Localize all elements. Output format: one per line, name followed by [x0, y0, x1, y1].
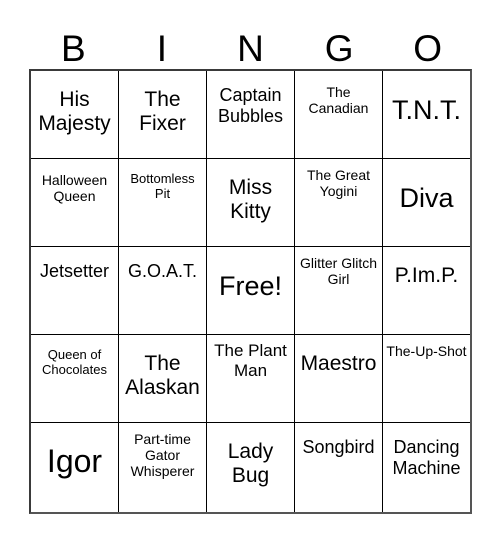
bingo-cell-label: Queen of Chocolates	[41, 347, 108, 378]
bingo-cell-label: The Fixer	[139, 88, 186, 136]
bingo-header-row: B I N G O	[29, 14, 472, 69]
bingo-cell[interactable]: His Majesty	[31, 71, 119, 159]
bingo-cell-label: Glitter Glitch Girl	[299, 255, 377, 288]
bingo-cell-label: Jetsetter	[39, 261, 110, 281]
bingo-cell-label: Igor	[46, 443, 103, 479]
bingo-cell[interactable]: The Great Yogini	[295, 159, 383, 247]
bingo-cell-label: Diva	[399, 183, 454, 213]
bingo-cell[interactable]: Miss Kitty	[207, 159, 295, 247]
bingo-cell[interactable]: The Alaskan	[119, 335, 207, 423]
bingo-cell[interactable]: The-Up-Shot	[383, 335, 470, 423]
bingo-row: His Majesty The Fixer Captain Bubbles Th…	[31, 71, 470, 159]
bingo-cell[interactable]: G.O.A.T.	[119, 247, 207, 335]
bingo-cell[interactable]: Part-time Gator Whisperer	[119, 423, 207, 512]
bingo-cell[interactable]: Captain Bubbles	[207, 71, 295, 159]
bingo-cell-label: The Alaskan	[125, 352, 200, 400]
bingo-header-letter-b: B	[60, 28, 86, 69]
bingo-card: B I N G O His Majesty The Fixer Captain …	[29, 14, 472, 514]
bingo-cell-label: The Great Yogini	[306, 167, 371, 200]
bingo-row: Igor Part-time Gator Whisperer Lady Bug …	[31, 423, 470, 512]
bingo-cell[interactable]: The Canadian	[295, 71, 383, 159]
bingo-cell[interactable]: T.N.T.	[383, 71, 470, 159]
bingo-header-letter-n: N	[237, 28, 264, 69]
bingo-cell-label: The-Up-Shot	[386, 343, 467, 359]
bingo-cell-label: Free!	[218, 271, 283, 301]
bingo-cell[interactable]: Bottomless Pit	[119, 159, 207, 247]
bingo-cell-label: Bottomless Pit	[130, 171, 195, 202]
bingo-cell[interactable]: Maestro	[295, 335, 383, 423]
bingo-cell-label: The Plant Man	[214, 341, 287, 380]
bingo-cell[interactable]: Diva	[383, 159, 470, 247]
bingo-cell[interactable]: Songbird	[295, 423, 383, 512]
bingo-cell[interactable]: Halloween Queen	[31, 159, 119, 247]
bingo-cell[interactable]: P.Im.P.	[383, 247, 470, 335]
bingo-cell-label: His Majesty	[38, 88, 111, 136]
bingo-row: Halloween Queen Bottomless Pit Miss Kitt…	[31, 159, 470, 247]
bingo-cell-label: The Canadian	[308, 84, 369, 117]
bingo-cell-free[interactable]: Free!	[207, 247, 295, 335]
bingo-cell-label: P.Im.P.	[394, 264, 459, 287]
bingo-header-letter-o: O	[413, 28, 443, 69]
bingo-cell-label: Captain Bubbles	[217, 85, 284, 126]
bingo-cell-label: Miss Kitty	[228, 176, 273, 224]
bingo-cell[interactable]: Dancing Machine	[383, 423, 470, 512]
bingo-cell[interactable]: The Plant Man	[207, 335, 295, 423]
bingo-cell[interactable]: Queen of Chocolates	[31, 335, 119, 423]
bingo-header-letter-g: G	[324, 28, 354, 69]
bingo-cell-label: Part-time Gator Whisperer	[130, 431, 195, 480]
bingo-cell[interactable]: The Fixer	[119, 71, 207, 159]
bingo-cell[interactable]: Glitter Glitch Girl	[295, 247, 383, 335]
bingo-cell-label: Lady Bug	[227, 440, 274, 488]
bingo-cell-label: T.N.T.	[391, 95, 461, 125]
bingo-cell-label: G.O.A.T.	[127, 261, 197, 281]
bingo-cell-label: Halloween Queen	[41, 172, 108, 205]
bingo-grid: His Majesty The Fixer Captain Bubbles Th…	[29, 69, 472, 514]
bingo-cell[interactable]: Lady Bug	[207, 423, 295, 512]
bingo-cell-label: Dancing Machine	[392, 437, 461, 478]
bingo-cell-label: Songbird	[302, 437, 375, 457]
bingo-header-letter-i: I	[156, 28, 168, 69]
bingo-row: Queen of Chocolates The Alaskan The Plan…	[31, 335, 470, 423]
bingo-cell-label: Maestro	[300, 352, 377, 375]
bingo-cell[interactable]: Jetsetter	[31, 247, 119, 335]
bingo-cell[interactable]: Igor	[31, 423, 119, 512]
bingo-row: Jetsetter G.O.A.T. Free! Glitter Glitch …	[31, 247, 470, 335]
